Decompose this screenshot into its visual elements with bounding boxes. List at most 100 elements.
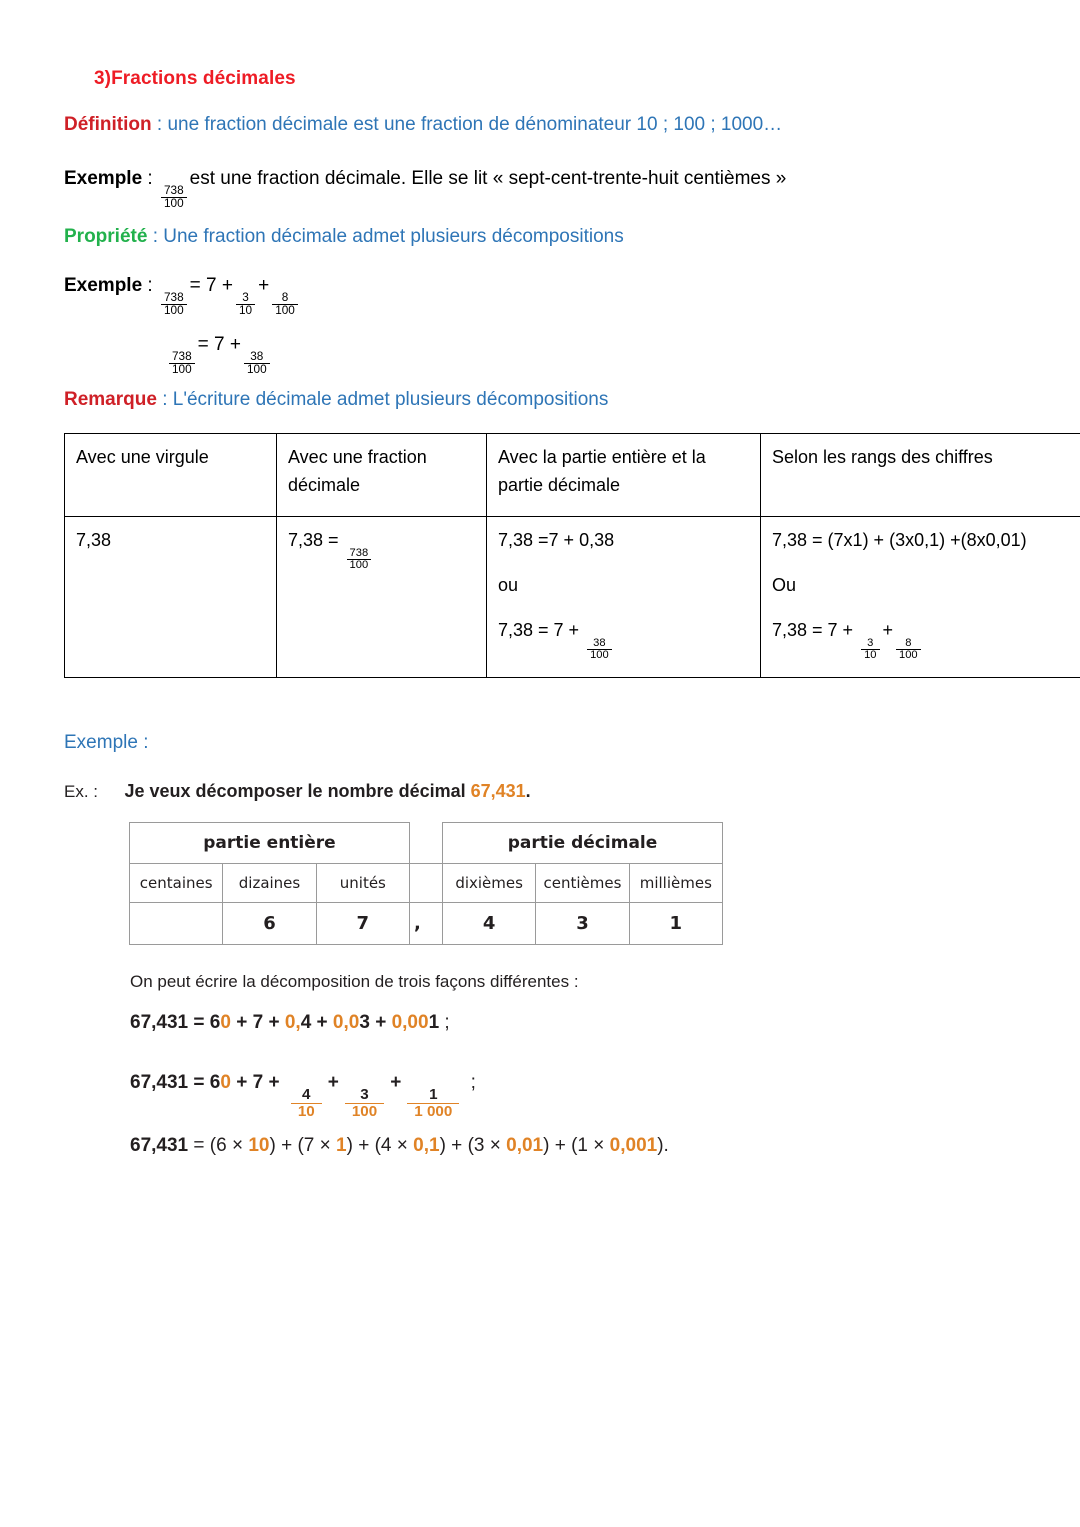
- dec1-term3-orange: 0,: [284, 1012, 301, 1033]
- dec3-g1-open: (6 ×: [209, 1135, 249, 1156]
- rank-milliemes: millièmes: [628, 863, 724, 903]
- cell-rangs: 7,38 = (7x1) + (3x0,1) +(8x0,01) Ou 7,38…: [760, 516, 1080, 678]
- cell-fraction-prefix: 7,38 =: [288, 530, 344, 550]
- dec1-term5-orange: 0,00: [391, 1012, 429, 1033]
- dec2-plus4: +: [390, 1072, 402, 1093]
- header-cell-parties: Avec la partie entière et la partie déci…: [486, 433, 761, 517]
- dec3-plus4: +: [549, 1135, 572, 1156]
- dec3-number: 67,431: [130, 1135, 189, 1156]
- dec3-plus3: +: [445, 1135, 468, 1156]
- plus-sign: +: [221, 275, 233, 296]
- example1-line: Exemple : 738 100 est une fraction décimal…: [64, 167, 786, 210]
- dec2-fraction-tenths: 4 10: [290, 1087, 322, 1119]
- definition-separator: :: [151, 114, 168, 135]
- group-header-partie-entiere: partie entière: [129, 822, 410, 864]
- dec1-term4-black: 3: [359, 1012, 370, 1033]
- fraction-numerator: 38: [250, 350, 264, 364]
- definition-text: une fraction décimale est une fraction d…: [167, 114, 783, 135]
- fraction-numerator: 3: [360, 1086, 369, 1104]
- dec3-g2-open: (7 ×: [297, 1135, 337, 1156]
- dec3-eq: =: [188, 1135, 210, 1156]
- fraction-denominator: 100: [169, 363, 195, 376]
- fraction-numerator: 38: [593, 636, 606, 649]
- header-cell-rangs: Selon les rangs des chiffres: [760, 433, 1080, 517]
- table-header-row: Avec une virgule Avec une fraction décim…: [64, 433, 1080, 517]
- rank-dixiemes: dixièmes: [441, 863, 537, 903]
- example2b-fraction: 38 100: [244, 351, 270, 376]
- decomposition-intro: On peut écrire la décomposition de trois…: [130, 972, 579, 991]
- separator-cell-top: [408, 822, 443, 864]
- remark-line: Remarque : L'écriture décimale admet plu…: [64, 388, 608, 412]
- remark-keyword: Remarque: [64, 389, 157, 410]
- header-cell-fraction: Avec une fraction décimale: [276, 433, 487, 517]
- group-header-partie-decimale: partie décimale: [441, 822, 724, 864]
- fraction-numerator: 3: [867, 636, 874, 649]
- cell-parties-second: 7,38 = 7 + 38 100: [498, 617, 750, 662]
- dec3-end: .: [663, 1135, 669, 1156]
- dec3-g5-open: (1 ×: [571, 1135, 610, 1156]
- dec1-plus2: +: [263, 1012, 285, 1033]
- dec2-eq: =: [188, 1072, 210, 1093]
- decomposition-line-1: 67,431 = 60 + 7 + 0,4 + 0,03 + 0,001 ;: [130, 1012, 450, 1034]
- cell-parties-second-fraction: 38 100: [587, 636, 612, 662]
- dec3-g4-orange: 0,01: [506, 1135, 544, 1156]
- rank-centaines: centaines: [128, 863, 224, 903]
- example3-label: Exemple :: [64, 732, 149, 753]
- dec3-g1-orange: 10: [248, 1135, 270, 1156]
- place-table-group-row: partie entière partie décimale: [129, 822, 724, 864]
- whole-part: 7: [214, 334, 225, 355]
- place-table-rank-row: centaines dizaines unités dixièmes centi…: [128, 863, 724, 903]
- example2-fraction-tenths: 3 10: [236, 292, 256, 317]
- value-milliemes: 1: [628, 902, 724, 945]
- property-separator: :: [147, 226, 164, 247]
- dec3-g4-open: (3 ×: [467, 1135, 507, 1156]
- property-line: Propriété : Une fraction décimale admet …: [64, 225, 624, 249]
- value-dizaines: 6: [222, 902, 317, 945]
- dec3-g3-open: (4 ×: [374, 1135, 414, 1156]
- cell-virgule: 7,38: [64, 516, 277, 678]
- dec1-eq: =: [188, 1012, 210, 1033]
- fraction-denominator: 100: [896, 649, 921, 661]
- fraction-denominator: 100: [272, 304, 298, 317]
- example1-text: est une fraction décimale. Elle se lit «…: [189, 168, 787, 189]
- page-title: 3)Fractions décimales: [94, 68, 296, 89]
- ex-sentence-prefix: Je veux décomposer le nombre décimal: [124, 781, 471, 801]
- dec2-fraction-hundredths: 3 100: [344, 1086, 385, 1120]
- dec1-end: ;: [439, 1012, 450, 1033]
- example1-separator: :: [142, 168, 158, 189]
- value-centiemes: 3: [535, 902, 630, 945]
- fraction-numerator: 738: [349, 546, 369, 559]
- dec2-term1-black: 6: [209, 1072, 221, 1093]
- place-table-value-row: 6 7 , 4 3 1: [128, 902, 724, 945]
- cell-rangs-first: 7,38 = (7x1) + (3x0,1) +(8x0,01): [772, 530, 1027, 550]
- example2-lhs-fraction: 738 100: [161, 292, 187, 317]
- dec1-term2: 7: [252, 1012, 264, 1033]
- fraction-denominator: 100: [344, 1102, 385, 1120]
- ex-tag: Ex. :: [64, 782, 99, 801]
- ex-number: 67,431: [470, 781, 526, 801]
- fraction-numerator: 738: [164, 291, 184, 305]
- example1-keyword: Exemple: [64, 168, 143, 189]
- property-text: Une fraction décimale admet plusieurs dé…: [163, 226, 624, 247]
- dec1-plus3: +: [311, 1012, 333, 1033]
- rank-dizaines: dizaines: [222, 863, 317, 903]
- decomposition-comparison-table: Avec une virgule Avec une fraction décim…: [64, 433, 1080, 678]
- example2-separator: :: [142, 275, 158, 296]
- example2-fraction-hundredths: 8 100: [272, 292, 298, 317]
- dec2-number: 67,431: [130, 1072, 189, 1093]
- plus-sign: +: [882, 619, 894, 640]
- dec2-plus1: +: [230, 1072, 253, 1093]
- dec2-end: ;: [465, 1072, 476, 1093]
- fraction-denominator: 10: [861, 649, 880, 661]
- ex-block-line: Ex. : Je veux décomposer le nombre décim…: [64, 781, 531, 802]
- dec1-term1-black: 6: [209, 1012, 221, 1033]
- dec2-plus3: +: [327, 1072, 339, 1093]
- remark-separator: :: [156, 389, 173, 410]
- cell-fraction: 7,38 = 738 100: [276, 516, 487, 678]
- equals-sign: =: [197, 334, 209, 355]
- fraction-numerator: 738: [172, 350, 192, 364]
- cell-parties: 7,38 =7 + 0,38 ou 7,38 = 7 + 38 100: [486, 516, 761, 678]
- value-dixiemes: 4: [441, 902, 537, 945]
